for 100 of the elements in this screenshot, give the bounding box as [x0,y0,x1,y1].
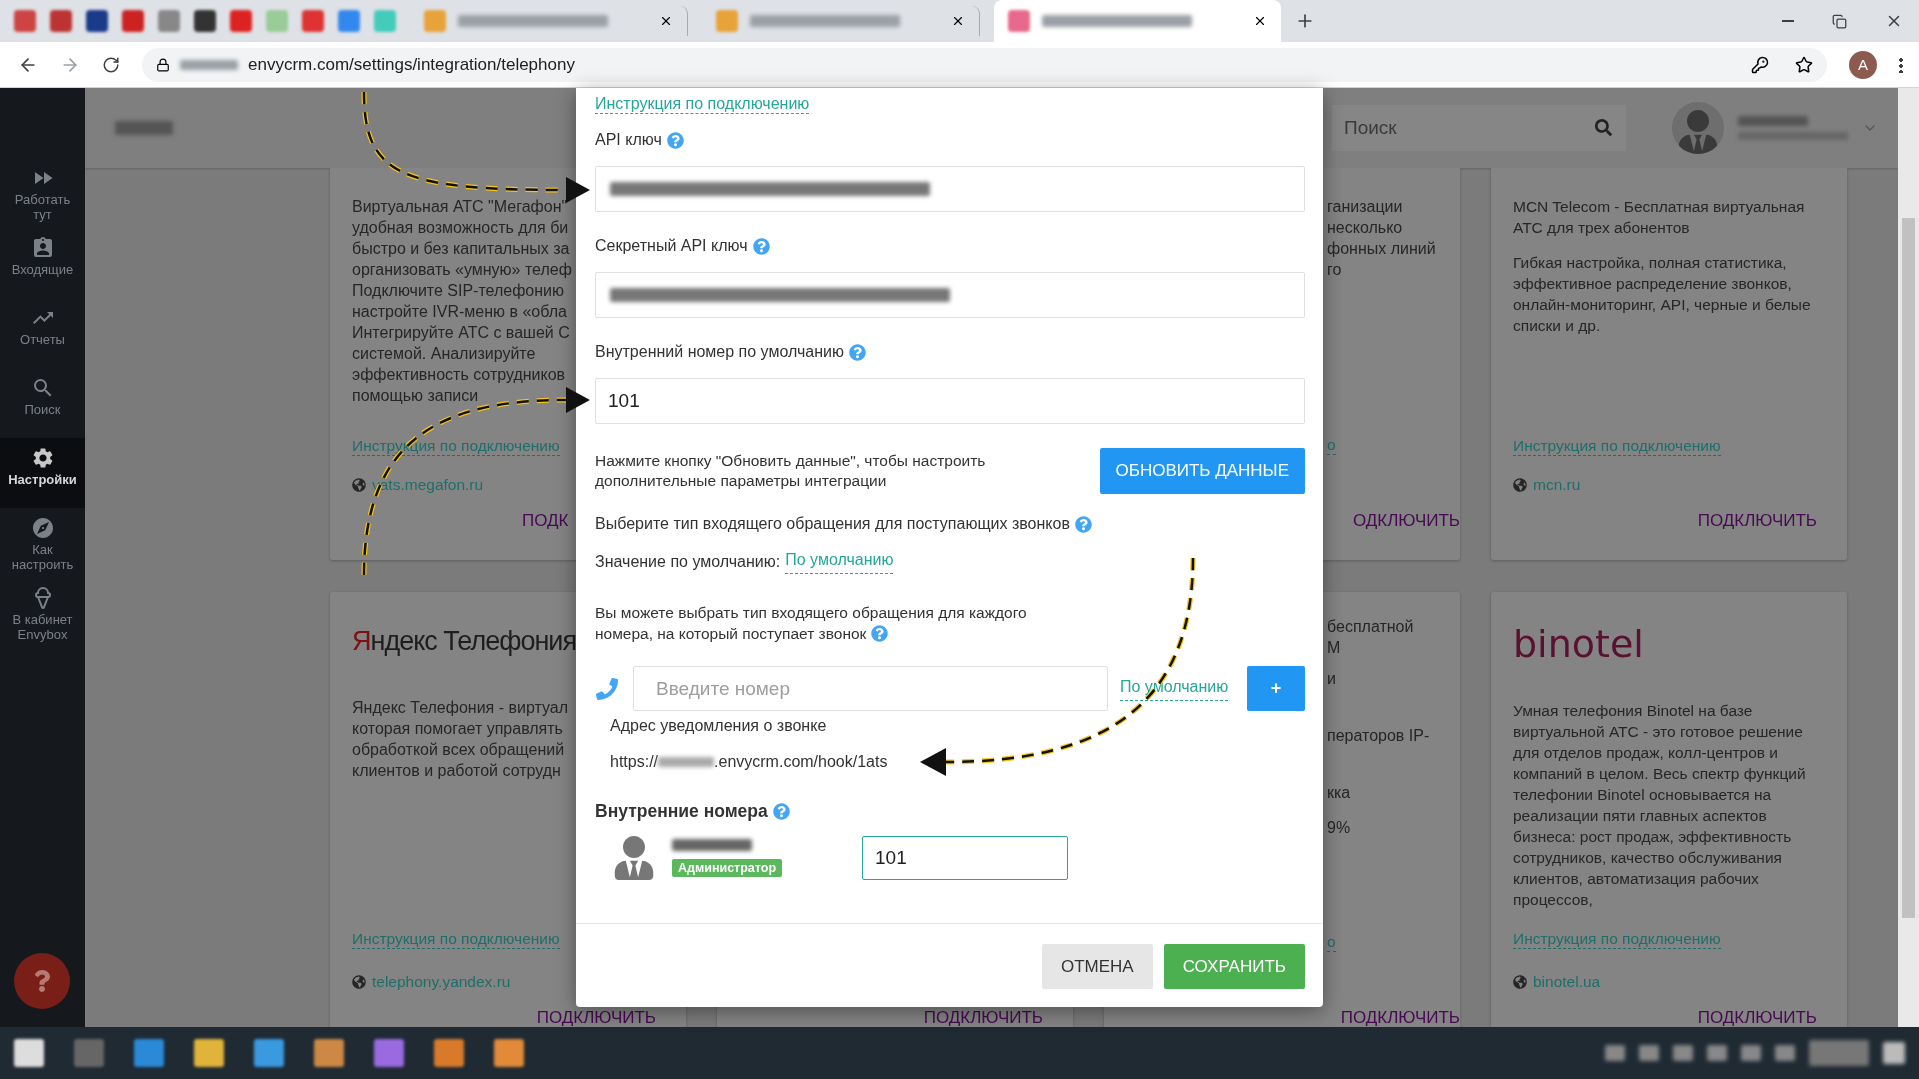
start-icon[interactable] [14,1039,44,1067]
taskbar-app-icon[interactable] [314,1039,344,1067]
tray-icon[interactable] [1775,1045,1795,1061]
menu-button[interactable] [1899,56,1903,73]
help-icon[interactable] [772,803,790,820]
update-button[interactable]: ОБНОВИТЬ ДАННЫЕ [1099,448,1305,494]
section-heading: Внутренние номера [595,801,768,822]
taskbar-app-icon[interactable] [254,1039,284,1067]
address-field[interactable]: envycrm.com/settings/integration/telephony [142,47,1827,82]
close-icon[interactable] [659,14,673,28]
phone-number-field[interactable]: Введите номер [633,666,1108,711]
card-description: клиентов и работой сотрудн [352,761,561,781]
taskbar-app-icon[interactable] [134,1039,164,1067]
lock-icon [156,57,170,72]
card-description: и [1327,669,1336,689]
help-icon[interactable] [666,131,684,149]
notification-icon[interactable] [1883,1042,1905,1064]
profile-avatar[interactable]: A [1849,50,1877,79]
call-type-link[interactable]: По умолчанию [1120,676,1229,701]
taskbar-app-icon[interactable] [374,1039,404,1067]
connect-link[interactable]: ПОДКЛЮЧИТЬ [923,1009,1043,1027]
close-icon[interactable] [951,14,965,28]
search-field[interactable]: Поиск [1332,105,1626,151]
user-avatar[interactable] [1672,102,1724,154]
blurred-block [1738,116,1808,126]
save-button[interactable]: СОХРАНИТЬ [1163,944,1305,989]
sidebar-item[interactable]: Как настроить [0,508,85,578]
connect-link[interactable]: ПОДКЛЮЧИТЬ [1697,1009,1817,1027]
field-label: Выберите тип входящего обращения для поступающих звонков [595,514,1070,534]
pinned-tab-icon[interactable] [230,10,252,32]
sidebar-item[interactable]: В кабинет Envybox [0,578,85,648]
instruction-link[interactable]: Инструкция по подключению [595,94,810,114]
input-field[interactable] [595,166,1305,212]
taskbar-app-icon[interactable] [494,1039,524,1067]
pinned-tab-icon[interactable] [50,10,72,32]
globe-icon [1513,478,1527,492]
sidebar-item[interactable]: Настройки [0,438,85,508]
connect-link[interactable]: ПОДКЛЮЧИТЬ [1340,1009,1460,1027]
connect-link[interactable]: ПОДКЛЮЧИТЬ [536,1009,656,1027]
extension-field[interactable]: 101 [862,836,1068,880]
card-description: Умная телефония Binotel на базе виртуальной АТС - это готовое решение для отделов продаж, колл-центров и компаний в целом. Весь спектр функций телефонии Binotel основывается на реализации пяти главных аспектов бизнеса: рост продаж, эффективность сотрудников, качество обслуживания клиентов, автоматизация рабочих процессов, [1513,701,1807,910]
input-field[interactable] [595,272,1305,318]
field-label: Внутренний номер по умолчанию [595,342,844,362]
taskbar-app-icon[interactable] [74,1039,104,1067]
card-description: быстро и без капитальных за [352,239,570,259]
card-description: Подключите SIP-телефонию [352,281,564,301]
tray-icon[interactable] [1673,1045,1693,1061]
card-description: ператоров IP- [1327,726,1430,746]
webhook-label: Адрес уведомления о звонке [610,716,827,736]
scrollbar[interactable] [1898,88,1919,1027]
taskbar-app-icon[interactable] [194,1039,224,1067]
help-icon[interactable] [752,237,770,255]
star-icon[interactable] [1795,55,1813,74]
default-type-link[interactable]: По умолчанию [785,550,894,574]
cancel-button[interactable]: ОТМЕНА [1042,944,1153,989]
card-description: настройте IVR-меню в «обла [352,302,567,322]
pinned-tab-icon[interactable] [194,10,216,32]
add-button[interactable]: + [1247,666,1305,711]
pinned-tab-icon[interactable] [14,10,36,32]
input-field[interactable]: 101 [595,378,1305,424]
card-description: помощью записи [352,386,479,406]
taskbar-app-icon[interactable] [434,1039,464,1067]
tray-icon[interactable] [1639,1045,1659,1061]
restore-button[interactable] [1832,13,1847,29]
sidebar-item[interactable]: Отчеты [0,298,85,368]
reload-button[interactable] [102,55,120,74]
help-icon[interactable] [870,625,888,642]
webhook-url: https:// [610,752,659,772]
help-icon[interactable] [1074,515,1092,533]
restore-icon [1832,13,1847,29]
card-description: кка [1327,783,1351,803]
sidebar-item[interactable]: Входящие [0,228,85,298]
globe-icon [352,478,366,492]
pinned-tab-icon[interactable] [86,10,108,32]
close-icon[interactable] [1253,14,1267,28]
card-description: обработкой всех обращений [352,740,565,760]
tray-icon[interactable] [1605,1045,1625,1061]
card-description: Интегрируйте АТС с вашей С [352,323,570,343]
default-label: Значение по умолчанию: [595,552,781,572]
card-description: Яндекс Телефония - виртуал [352,698,568,718]
pinned-tab-icon[interactable] [302,10,324,32]
help-button[interactable] [14,953,70,1009]
tray-icon[interactable] [1741,1045,1761,1061]
card-description: Гибкая настройка, полная статистика, эффективное распределение звонков, онлайн-мониторинг, API, черные и белые списки и др. [1513,253,1812,336]
sidebar-item[interactable]: Работать тут [0,158,85,228]
user-avatar-icon [612,836,656,880]
connect-link[interactable]: ПОДК [522,512,569,530]
connect-link[interactable]: ПОДКЛЮЧИТЬ [1697,512,1817,530]
key-icon[interactable] [1751,55,1769,74]
help-icon[interactable] [848,343,866,361]
card-description: удобная возможность для би [352,218,569,238]
sidebar-item[interactable]: Поиск [0,368,85,438]
tray-icon[interactable] [1707,1045,1727,1061]
phone-icon [595,677,619,700]
hint-text: Нажмите кнопку "Обновить данные", чтобы настроить дополнительные параметры интеграции [595,451,987,491]
connect-link[interactable]: ОДКЛЮЧИТЬ [1352,512,1460,530]
card-description: которая помогает управлять [352,719,563,739]
search-icon[interactable] [1595,119,1612,136]
pinned-tab-icon[interactable] [122,10,144,32]
card-description: ганизации [1327,197,1403,217]
